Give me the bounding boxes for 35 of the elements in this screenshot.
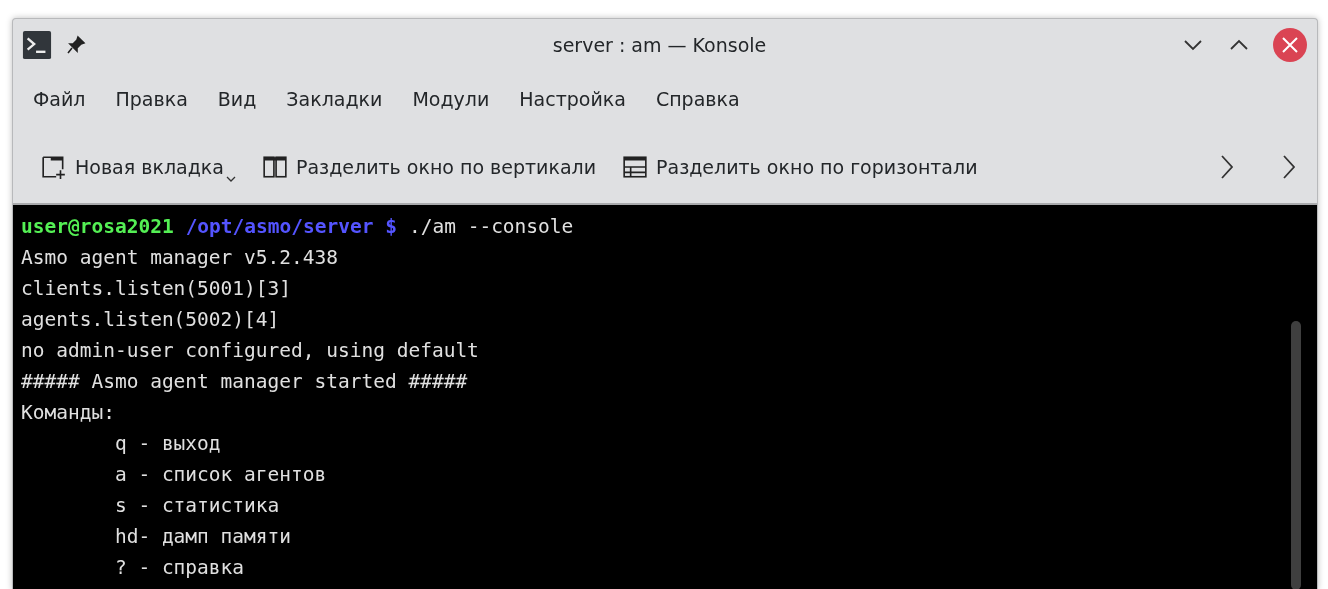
terminal-line: a - список агентов: [113, 463, 327, 486]
terminal-line: ? - справка: [113, 556, 245, 579]
menu-item[interactable]: Закладки: [274, 88, 401, 110]
terminal-line: Asmo agent manager v5.2.438: [21, 246, 338, 269]
terminal-line: agents.listen(5002)[4]: [21, 308, 280, 331]
pin-icon[interactable]: [66, 35, 86, 55]
menu-item[interactable]: Вид: [205, 88, 275, 110]
terminal-icon: [22, 30, 52, 60]
menu-item[interactable]: Модули: [400, 88, 508, 110]
terminal-line: clients.listen(5001)[3]: [21, 277, 292, 300]
menu-item[interactable]: Правка: [103, 88, 206, 110]
terminal-text: /opt/asmo/server $: [185, 215, 397, 238]
toolbar-button[interactable]: Новая вкладка: [35, 150, 242, 184]
menu-item[interactable]: Настройка: [507, 88, 644, 110]
terminal-text: ./am --console: [408, 215, 574, 238]
new-tab-icon: [41, 154, 67, 180]
terminal-line: s - статистика: [113, 494, 280, 517]
menu-item[interactable]: Справка: [643, 88, 758, 110]
chevron-right-icon[interactable]: [1281, 153, 1297, 181]
close-icon[interactable]: [1273, 28, 1307, 62]
terminal-line: Команды:: [21, 401, 115, 424]
terminal-line: no admin-user configured, using default: [21, 339, 479, 362]
terminal-line: ##### Asmo agent manager started #####: [21, 370, 468, 393]
toolbar-button[interactable]: Разделить окно по горизонтали: [616, 150, 984, 184]
split-rows-icon: [622, 154, 649, 180]
caret-icon[interactable]: [225, 176, 236, 182]
window-title: server : am — Konsole: [551, 34, 768, 56]
scrollbar-handle[interactable]: [1291, 321, 1301, 589]
menu-item[interactable]: Файл: [21, 88, 104, 110]
terminal-line: q - выход: [113, 432, 221, 455]
split-columns-icon: [261, 154, 288, 180]
terminal-line: hd- дамп памяти: [113, 525, 292, 548]
toolbar-button[interactable]: Разделить окно по вертикали: [255, 150, 603, 184]
chevron-right-icon[interactable]: [1219, 153, 1235, 181]
terminal-text: user@rosa2021: [21, 215, 174, 238]
